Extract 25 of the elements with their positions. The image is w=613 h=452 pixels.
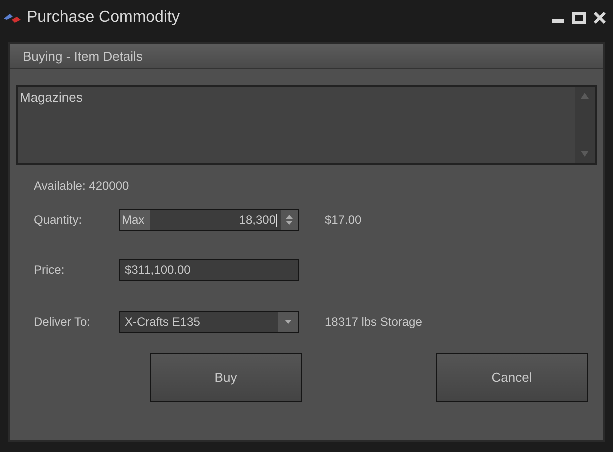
scroll-up-icon[interactable]	[581, 93, 589, 99]
spin-up-icon[interactable]	[286, 215, 293, 219]
caret-icon	[284, 320, 292, 324]
quantity-field[interactable]: Max 18,300	[119, 209, 299, 231]
buy-button[interactable]: Buy	[150, 353, 302, 402]
deliver-dropdown[interactable]: X-Crafts E135	[119, 311, 299, 333]
description-field[interactable]: Magazines	[16, 85, 597, 165]
scrollbar[interactable]	[575, 87, 595, 163]
price-label: Price:	[33, 263, 66, 277]
deliver-label: Deliver To:	[33, 315, 92, 329]
spin-down-icon[interactable]	[286, 221, 293, 225]
window-title: Purchase Commodity	[27, 9, 180, 27]
unit-price-text: $17.00	[325, 213, 362, 227]
scroll-down-icon[interactable]	[581, 151, 589, 157]
spinner[interactable]	[281, 210, 298, 230]
max-button[interactable]: Max	[120, 210, 150, 230]
panel-title: Buying - Item Details	[23, 48, 143, 64]
cancel-button[interactable]: Cancel	[436, 353, 588, 402]
app-icon	[3, 11, 23, 25]
price-field[interactable]: $311,100.00	[119, 259, 299, 281]
quantity-label: Quantity:	[33, 213, 84, 227]
close-icon[interactable]	[593, 11, 607, 25]
maximize-icon[interactable]	[572, 11, 586, 25]
storage-text: 18317 lbs Storage	[325, 315, 422, 329]
available-text: Available: 420000	[34, 179, 130, 193]
